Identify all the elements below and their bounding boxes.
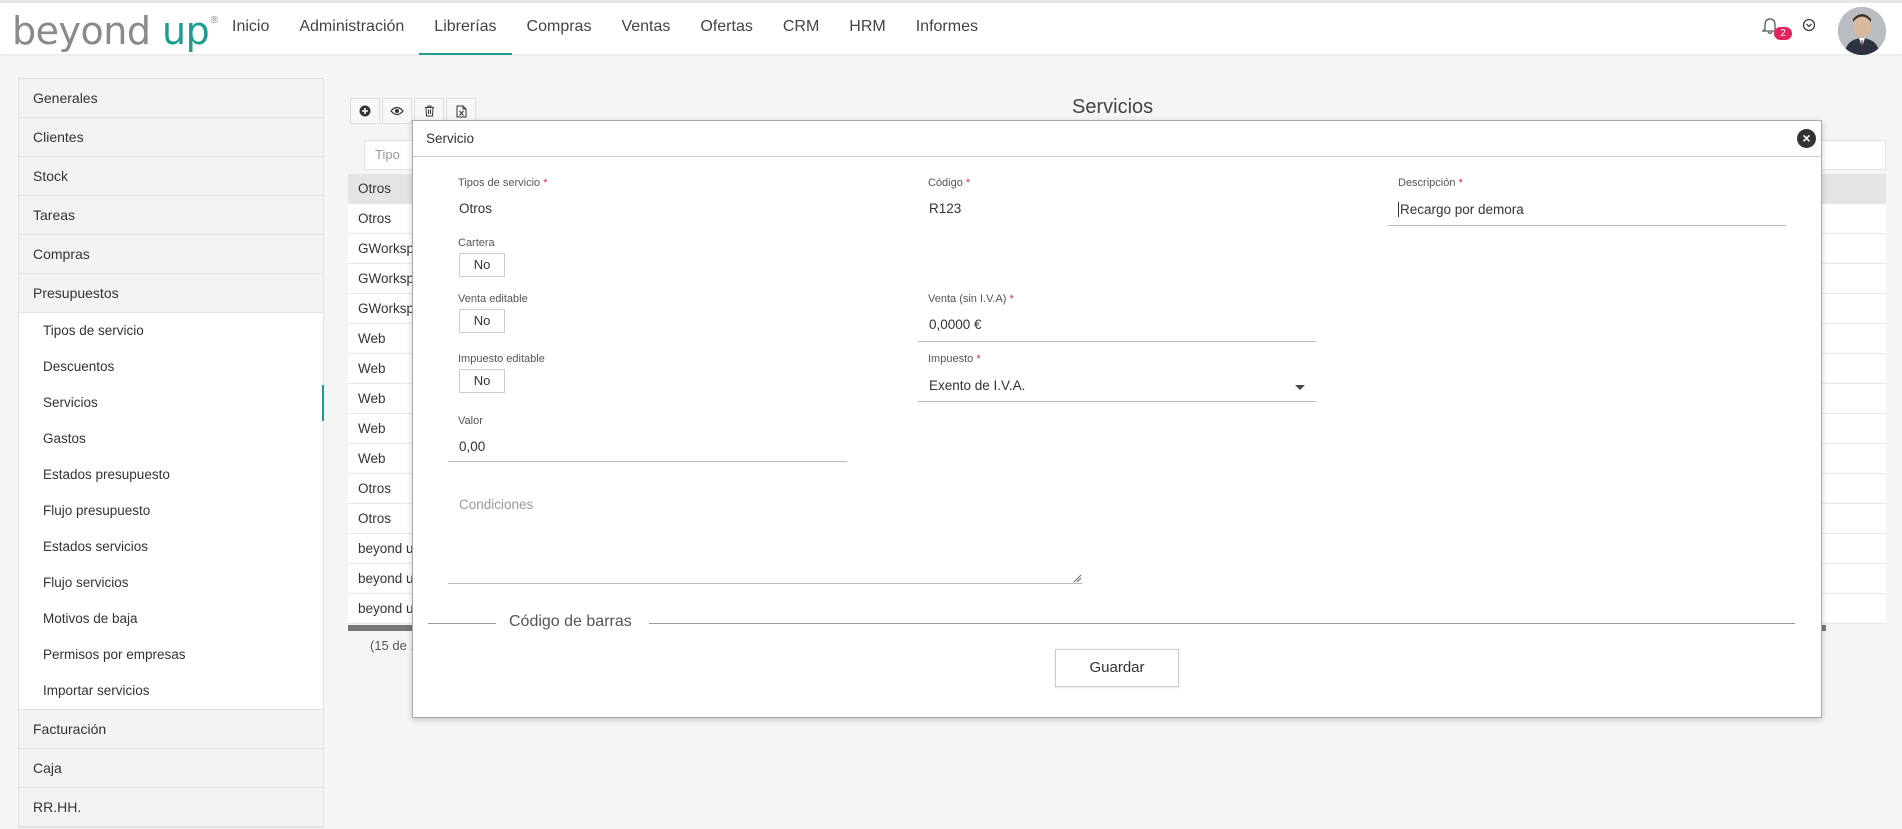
venta-underline (918, 341, 1316, 342)
logo-up: up (162, 9, 210, 53)
sidebar-sub-estados-presupuesto[interactable]: Estados presupuesto (19, 457, 323, 493)
notification-badge: 2 (1774, 27, 1792, 40)
sidebar-item-facturacion[interactable]: Facturación (19, 710, 323, 749)
nav-compras[interactable]: Compras (512, 3, 607, 54)
sidebar-item-caja[interactable]: Caja (19, 749, 323, 788)
impuesto-label: Impuesto * (928, 353, 981, 365)
sidebar-item-clientes[interactable]: Clientes (19, 118, 323, 157)
impuesto-editable-toggle[interactable]: No (459, 369, 505, 393)
sidebar-sub-importar-servicios[interactable]: Importar servicios (19, 673, 323, 710)
dialog-title: Servicio (426, 131, 475, 146)
sidebar-sub-motivos-de-baja[interactable]: Motivos de baja (19, 601, 323, 637)
sidebar-item-generales[interactable]: Generales (19, 79, 323, 118)
required-mark: * (1009, 293, 1014, 305)
venta-label: Venta (sin I.V.A) * (928, 293, 1014, 305)
valor-label: Valor (458, 415, 483, 427)
service-dialog: Servicio × Tipos de servicio * Otros Cód… (412, 120, 1822, 718)
cartera-label: Cartera (458, 237, 495, 249)
type-filter-placeholder: Tipo (375, 147, 400, 162)
sidebar-sub-permisos-por-empresas[interactable]: Permisos por empresas (19, 637, 323, 673)
codigo-label-text: Código (928, 177, 963, 189)
nav-administracion[interactable]: Administración (284, 3, 419, 54)
sidebar-sub-gastos[interactable]: Gastos (19, 421, 323, 457)
required-mark: * (965, 177, 971, 189)
required-mark: * (1458, 177, 1463, 189)
sidebar: Generales Clientes Stock Tareas Compras … (18, 78, 324, 828)
descripcion-input[interactable]: Recargo por demora (1398, 202, 1524, 217)
valor-input[interactable]: 0,00 (459, 439, 485, 454)
barcode-section-label[interactable]: Código de barras (509, 613, 632, 631)
tipo-servicio-label: Tipos de servicio * (458, 177, 547, 189)
descripcion-label-text: Descripción (1398, 177, 1456, 189)
chevron-down-icon[interactable] (1295, 385, 1305, 390)
tipo-servicio-label-text: Tipos de servicio (458, 177, 541, 189)
condiciones-textarea[interactable]: Condiciones (459, 497, 533, 512)
nav-hrm[interactable]: HRM (834, 3, 900, 54)
impuesto-select[interactable]: Exento de I.V.A. (929, 378, 1025, 393)
venta-label-text: Venta (sin I.V.A) (928, 293, 1007, 305)
sidebar-item-stock[interactable]: Stock (19, 157, 323, 196)
close-icon[interactable]: × (1797, 129, 1816, 148)
venta-input[interactable]: 0,0000 € (929, 317, 982, 332)
sidebar-sub-estados-servicios[interactable]: Estados servicios (19, 529, 323, 565)
codigo-value: R123 (929, 201, 962, 216)
tipo-servicio-value: Otros (459, 201, 493, 216)
sidebar-sub-descuentos[interactable]: Descuentos (19, 349, 323, 385)
venta-editable-toggle[interactable]: No (459, 309, 505, 333)
impuesto-label-text: Impuesto (928, 353, 974, 365)
logo-text: beyond (12, 9, 151, 53)
nav-inicio[interactable]: Inicio (217, 3, 284, 54)
nav-ofertas[interactable]: Ofertas (685, 3, 767, 54)
codigo-label: Código * (928, 177, 970, 189)
eye-icon (390, 106, 404, 116)
sidebar-sub-flujo-presupuesto[interactable]: Flujo presupuesto (19, 493, 323, 529)
trash-icon (424, 105, 434, 117)
add-button[interactable] (350, 98, 380, 124)
dialog-header: Servicio × (413, 121, 1821, 157)
paging-text: (15 de 1 (370, 638, 418, 653)
resize-handle-icon[interactable] (1073, 574, 1082, 583)
avatar[interactable] (1838, 7, 1886, 55)
view-button[interactable] (382, 98, 412, 124)
page-title: Servicios (1072, 96, 1154, 118)
valor-underline (448, 461, 847, 462)
sidebar-sub-servicios[interactable]: Servicios (19, 385, 324, 421)
nav-informes[interactable]: Informes (901, 3, 993, 54)
excel-icon (456, 105, 466, 117)
required-mark: * (543, 177, 548, 189)
barcode-divider-left (428, 623, 496, 624)
nav-crm[interactable]: CRM (768, 3, 834, 54)
descripcion-label: Descripción * (1398, 177, 1463, 189)
sidebar-sub-flujo-servicios[interactable]: Flujo servicios (19, 565, 323, 601)
sidebar-item-tareas[interactable]: Tareas (19, 196, 323, 235)
sidebar-item-compras[interactable]: Compras (19, 235, 323, 274)
main-nav: Inicio Administración Librerías Compras … (217, 3, 993, 55)
barcode-divider-right (649, 623, 1795, 624)
user-menu-toggle-icon[interactable] (1802, 18, 1816, 32)
sidebar-item-rrhh[interactable]: RR.HH. (19, 788, 323, 827)
sidebar-item-presupuestos[interactable]: Presupuestos (19, 274, 323, 313)
venta-editable-label: Venta editable (458, 293, 528, 305)
condiciones-underline (448, 583, 1083, 584)
required-mark: * (976, 353, 981, 365)
logo[interactable]: beyond up® (12, 9, 219, 53)
nav-librerias[interactable]: Librerías (419, 3, 512, 55)
impuesto-editable-label: Impuesto editable (458, 353, 545, 365)
impuesto-underline (918, 401, 1316, 402)
descripcion-underline (1388, 225, 1786, 226)
sidebar-sub-tipos-de-servicio[interactable]: Tipos de servicio (19, 313, 323, 349)
save-button[interactable]: Guardar (1055, 649, 1179, 687)
top-bar: beyond up® Inicio Administración Librerí… (0, 0, 1902, 55)
cartera-toggle[interactable]: No (459, 253, 505, 277)
nav-ventas[interactable]: Ventas (606, 3, 685, 54)
add-icon (359, 105, 371, 117)
